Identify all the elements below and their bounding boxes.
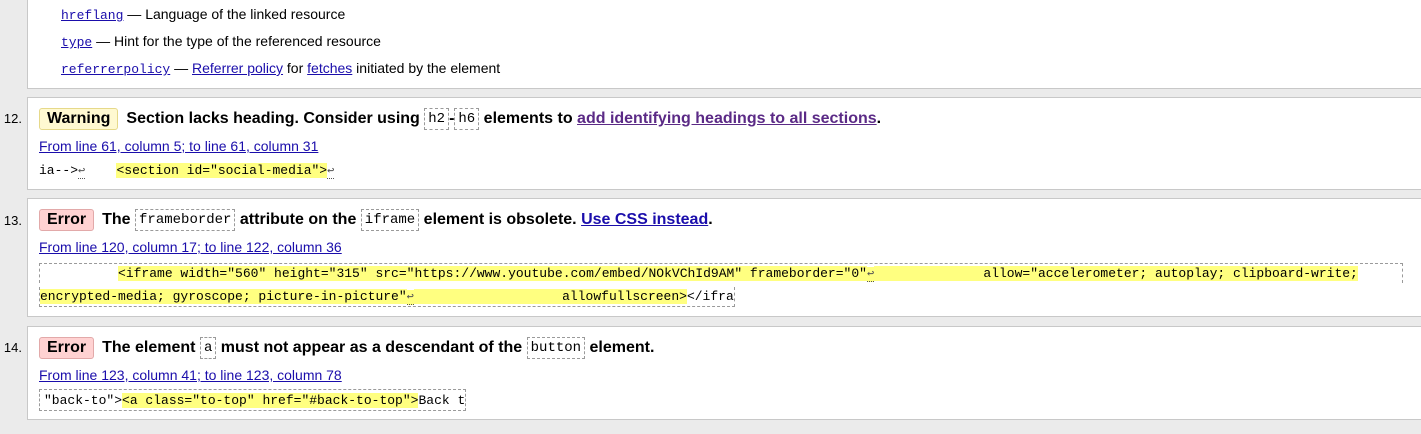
- separator: —: [123, 6, 146, 22]
- referrer-policy-link[interactable]: Referrer policy: [192, 60, 283, 76]
- location-line: From line 120, column 17; to line 122, c…: [39, 239, 342, 255]
- message-part: attribute on the: [239, 211, 357, 228]
- extract-highlight: <a class="to-top" href="#back-to-top">: [122, 393, 419, 408]
- separator: —: [92, 33, 114, 49]
- location-line: From line 61, column 5; to line 61, colu…: [39, 138, 318, 154]
- message-part: The element: [102, 339, 196, 356]
- code-extract-line-2: encrypted-media; gyroscope; picture-in-p…: [39, 287, 735, 307]
- message-text: Error The element a must not appear as a …: [39, 337, 654, 359]
- code-frameborder: frameborder: [135, 209, 236, 231]
- extract-text: </ifra: [686, 289, 734, 304]
- separator: —: [170, 60, 192, 76]
- attr-referrerpolicy: referrerpolicy — Referrer policy for fet…: [61, 60, 500, 77]
- extract-highlight: allow="accelerometer; autoplay; clipboar…: [874, 266, 1358, 281]
- message-item-error: Error The element a must not appear as a …: [27, 326, 1421, 420]
- message-number: 14.: [3, 340, 22, 355]
- hreflang-link[interactable]: hreflang: [61, 8, 123, 23]
- message-item-error: Error The frameborder attribute on the if…: [27, 198, 1421, 317]
- type-link[interactable]: type: [61, 35, 92, 50]
- attr-text: for: [283, 60, 308, 76]
- extract-text: Back t: [418, 393, 466, 408]
- attr-type: type — Hint for the type of the referenc…: [61, 33, 381, 50]
- code-button: button: [526, 337, 586, 359]
- message-part: element.: [589, 339, 655, 356]
- attr-hreflang: hreflang — Language of the linked resour…: [61, 6, 345, 23]
- message-part: .: [708, 211, 713, 228]
- location-line: From line 123, column 41; to line 123, c…: [39, 367, 342, 383]
- message-continuation: hreflang — Language of the linked resour…: [27, 0, 1421, 89]
- extract-text: ia-->: [39, 163, 79, 178]
- message-number: 13.: [3, 213, 22, 228]
- message-part: must not appear as a descendant of the: [220, 339, 523, 356]
- message-part: .: [876, 110, 882, 127]
- extract-space: [40, 266, 118, 281]
- attr-description: Hint for the type of the referenced reso…: [114, 33, 381, 49]
- fetches-link[interactable]: fetches: [307, 60, 352, 76]
- referrerpolicy-link[interactable]: referrerpolicy: [61, 62, 170, 77]
- message-item-warning: Warning Section lacks heading. Consider u…: [27, 97, 1421, 190]
- extract-highlight: allowfullscreen>: [413, 289, 687, 304]
- message-part: element is obsolete.: [423, 211, 577, 228]
- code-h6: h6: [454, 108, 480, 130]
- use-css-link[interactable]: Use CSS instead: [581, 211, 708, 228]
- error-badge: Error: [39, 209, 95, 231]
- code-extract-line-1: <iframe width="560" height="315" src="ht…: [39, 263, 1403, 283]
- message-part: elements to: [483, 110, 573, 127]
- location-link[interactable]: From line 120, column 17; to line 122, c…: [39, 239, 342, 255]
- extract-highlight: <iframe width="560" height="315" src="ht…: [118, 266, 867, 281]
- return-icon: ↩: [406, 290, 414, 305]
- extract-text: "back-to">: [44, 393, 123, 408]
- message-part: Section lacks heading. Consider using: [126, 110, 420, 127]
- code-extract: ia-->↩ <section id="social-media">↩: [39, 163, 335, 179]
- extract-space: [85, 163, 116, 178]
- attr-text: initiated by the element: [352, 60, 501, 76]
- message-text: Warning Section lacks heading. Consider u…: [39, 108, 881, 130]
- message-number: 12.: [3, 111, 22, 126]
- message-part: The: [102, 211, 131, 228]
- code-extract: "back-to"><a class="to-top" href="#back-…: [39, 389, 467, 411]
- code-a: a: [199, 337, 217, 359]
- code-h2: h2: [424, 108, 450, 130]
- location-link[interactable]: From line 123, column 41; to line 123, c…: [39, 367, 342, 383]
- location-link[interactable]: From line 61, column 5; to line 61, colu…: [39, 138, 318, 154]
- attr-description: Language of the linked resource: [145, 6, 346, 22]
- code-iframe: iframe: [360, 209, 420, 231]
- extract-highlight: encrypted-media; gyroscope; picture-in-p…: [40, 289, 407, 304]
- add-headings-link[interactable]: add identifying headings to all sections: [577, 110, 877, 127]
- message-text: Error The frameborder attribute on the if…: [39, 209, 713, 231]
- extract-highlight: <section id="social-media">: [116, 163, 328, 178]
- warning-badge: Warning: [39, 108, 119, 130]
- return-icon: ↩: [327, 164, 335, 179]
- error-badge: Error: [39, 337, 95, 359]
